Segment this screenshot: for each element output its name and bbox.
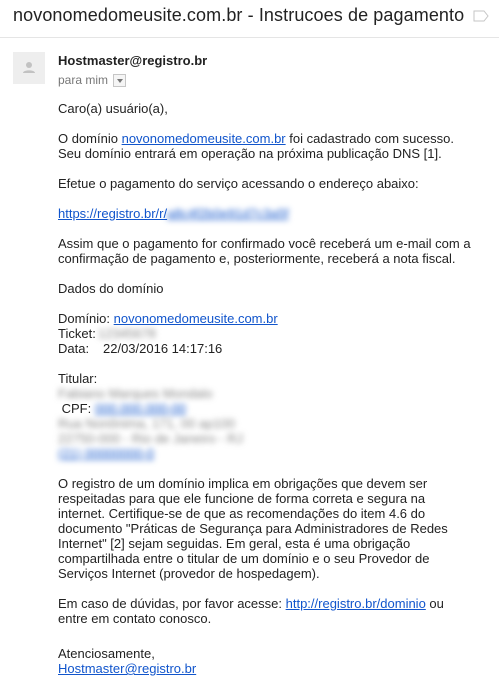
- signoff: Atenciosamente, Hostmaster@registro.br: [58, 646, 488, 676]
- email-subject: novonomedomeusite.com.br - Instrucoes de…: [13, 5, 465, 25]
- holder-block: Titular: Fabiano Marques Mondalo CPF: 00…: [58, 371, 488, 461]
- label-arrow-icon[interactable]: [473, 10, 489, 22]
- ticket-value: 12345678: [98, 326, 156, 341]
- cpf-row: CPF: 000.000.000-00: [61, 401, 186, 416]
- payment-link[interactable]: https://registro.br/r/a8c4f2b0e91d7c3a5f: [58, 206, 289, 221]
- paragraph-registration: O domínio novonomedomeusite.com.br foi c…: [58, 131, 454, 161]
- domain-link[interactable]: novonomedomeusite.com.br: [122, 131, 286, 146]
- person-avatar-icon: [13, 52, 45, 84]
- closing-text: Atenciosamente,: [58, 646, 155, 661]
- holder-label: Titular:: [58, 371, 98, 386]
- paragraph-contact: Em caso de dúvidas, por favor acesse: ht…: [58, 596, 444, 626]
- domain-value-link[interactable]: novonomedomeusite.com.br: [114, 311, 278, 326]
- payment-link-paragraph: https://registro.br/r/a8c4f2b0e91d7c3a5f: [58, 206, 488, 221]
- domain-data-block: Domínio: novonomedomeusite.com.br Ticket…: [58, 311, 488, 356]
- sender-name[interactable]: Hostmaster@registro.br: [58, 53, 207, 68]
- paragraph-confirmation: Assim que o pagamento for confirmado voc…: [58, 236, 471, 266]
- date-value: 22/03/2016 14:17:16: [103, 341, 223, 356]
- ticket-row: Ticket: 12345678: [58, 326, 156, 341]
- section-title: Dados do domínio: [58, 281, 164, 296]
- address-line-2: 22750-000 - Rio de Janeiro - RJ: [58, 431, 243, 446]
- help-link[interactable]: http://registro.br/dominio: [286, 596, 426, 611]
- recipient-line: para mim: [58, 73, 127, 87]
- holder-name: Fabiano Marques Mondalo: [58, 386, 213, 401]
- paragraph-obligations: O registro de um domínio implica em obri…: [58, 476, 448, 581]
- header-divider: [0, 37, 499, 38]
- phone-link[interactable]: (21) 00000000-0: [58, 446, 488, 461]
- domain-row: Domínio: novonomedomeusite.com.br: [58, 311, 278, 326]
- recipient-label: para mim: [58, 73, 109, 87]
- paragraph-payment-instructions: Efetue o pagamento do serviço acessando …: [58, 176, 419, 191]
- email-body: Caro(a) usuário(a), O domínio novonomedo…: [58, 101, 488, 691]
- address-line-1: Rua Nonônima, 171, 00 ap100: [58, 416, 236, 431]
- cpf-value[interactable]: 000.000.000-00: [95, 401, 186, 416]
- signature-email-link[interactable]: Hostmaster@registro.br: [58, 661, 196, 676]
- chevron-down-icon[interactable]: [113, 73, 127, 87]
- date-row: Data: 22/03/2016 14:17:16: [58, 341, 223, 356]
- greeting: Caro(a) usuário(a),: [58, 101, 168, 116]
